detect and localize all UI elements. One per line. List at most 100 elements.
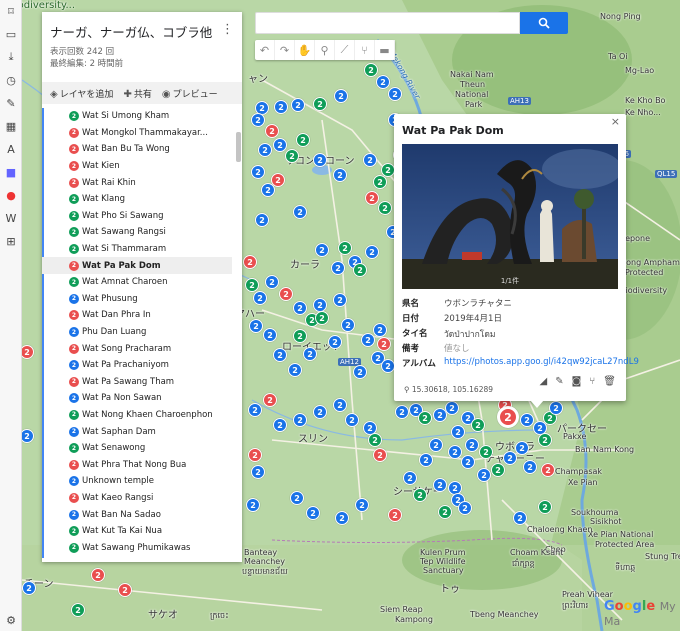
- map-pin[interactable]: 2: [255, 213, 269, 227]
- list-item[interactable]: 2 Wat Ban Bu Ta Wong: [42, 141, 242, 158]
- list-item[interactable]: 2 Wat Amnat Charoen: [42, 274, 242, 291]
- map-pin[interactable]: 2: [353, 365, 367, 379]
- list-item[interactable]: 2 Wat Pa Sawang Tham: [42, 374, 242, 391]
- add-layer-button[interactable]: ◈ レイヤを追加: [50, 87, 113, 100]
- list-item[interactable]: 2 Wat Pa Prachaniyom: [42, 357, 242, 374]
- map-pin[interactable]: 2: [538, 500, 552, 514]
- list-item[interactable]: 2 Wat Saphan Dam: [42, 423, 242, 440]
- vivaldi-icon[interactable]: ●: [4, 188, 18, 202]
- map-pin[interactable]: 2: [334, 89, 348, 103]
- map-pin[interactable]: 2: [251, 465, 265, 479]
- map-pin[interactable]: 2: [433, 478, 447, 492]
- map-pin[interactable]: 2: [245, 278, 259, 292]
- map-pin[interactable]: 2: [265, 275, 279, 289]
- list-item[interactable]: 2 Wat Kut Ta Kai Nua: [42, 523, 242, 540]
- map-pin[interactable]: 2: [373, 175, 387, 189]
- map-pin[interactable]: 2: [71, 603, 85, 617]
- list-item[interactable]: 2 Wat Nong Khaen Charoenphon: [42, 407, 242, 424]
- map-pin[interactable]: 2: [249, 319, 263, 333]
- search-button[interactable]: [520, 12, 568, 34]
- delete-icon[interactable]: 🗑: [603, 376, 616, 387]
- list-item[interactable]: 2 Phu Dan Luang: [42, 324, 242, 341]
- map-pin[interactable]: 2: [333, 293, 347, 307]
- map-pin[interactable]: 2: [261, 183, 275, 197]
- map-pin[interactable]: 2: [22, 581, 36, 595]
- share-button[interactable]: ✚ 共有: [123, 87, 151, 100]
- map-pin[interactable]: 2: [246, 498, 260, 512]
- map-pin[interactable]: 2: [331, 261, 345, 275]
- map-pin[interactable]: 2: [291, 98, 305, 112]
- map-pin[interactable]: 2: [520, 413, 534, 427]
- map-pin[interactable]: 2: [335, 511, 349, 525]
- list-item[interactable]: 2 Wat Klang: [42, 191, 242, 208]
- map-pin[interactable]: 2: [365, 245, 379, 259]
- map-pin[interactable]: 2: [341, 318, 355, 332]
- list-item[interactable]: 2 Wat Phra That Nong Bua: [42, 456, 242, 473]
- list-item[interactable]: 2 Wat Phusung: [42, 291, 242, 308]
- list-item[interactable]: 2 Wat Dan Phra In: [42, 307, 242, 324]
- map-pin[interactable]: 2: [263, 328, 277, 342]
- place-photo[interactable]: 1/1件: [402, 144, 618, 289]
- add-marker-icon[interactable]: ⚲: [315, 40, 335, 60]
- undo-icon[interactable]: ↶: [255, 40, 275, 60]
- list-item[interactable]: 2 Wat Sawang Rangsi: [42, 224, 242, 241]
- map-pin[interactable]: 2: [253, 291, 267, 305]
- map-pin[interactable]: 2: [313, 298, 327, 312]
- map-pin[interactable]: 2: [368, 433, 382, 447]
- album-link[interactable]: https://photos.app.goo.gl/i42qw92jcaL27n…: [444, 357, 639, 369]
- map-pin[interactable]: 2: [293, 413, 307, 427]
- map-pin[interactable]: 2: [461, 455, 475, 469]
- map-pin[interactable]: 2: [419, 453, 433, 467]
- map-pin[interactable]: 2: [515, 441, 529, 455]
- map-pin[interactable]: 2: [429, 438, 443, 452]
- map-pin[interactable]: 2: [503, 451, 517, 465]
- map-pin[interactable]: 2: [445, 401, 459, 415]
- map-pin[interactable]: 2: [361, 333, 375, 347]
- map-pin[interactable]: 2: [538, 433, 552, 447]
- list-item[interactable]: 2 Wat Ban Na Sadao: [42, 506, 242, 523]
- map-pin[interactable]: 2: [273, 418, 287, 432]
- map-pin[interactable]: 2: [395, 405, 409, 419]
- map-pin[interactable]: 2: [313, 97, 327, 111]
- list-item[interactable]: 2 Wat Sawang Phumikawas: [42, 539, 242, 556]
- list-item[interactable]: 2 Wat Kien: [42, 158, 242, 175]
- clock-icon[interactable]: ◷: [4, 73, 18, 87]
- map-pin[interactable]: 2: [388, 508, 402, 522]
- map-pin[interactable]: 2: [541, 463, 555, 477]
- list-item[interactable]: 2 Wat Pho Si Sawang: [42, 208, 242, 225]
- list-item[interactable]: 2 Wat Mongkol Thammakayar...: [42, 125, 242, 142]
- map-pin[interactable]: 2: [381, 163, 395, 177]
- list-item[interactable]: 2 Wat Si Thammaram: [42, 241, 242, 258]
- map-pin[interactable]: 2: [315, 243, 329, 257]
- settings-icon[interactable]: ⚙: [4, 613, 18, 627]
- map-pin[interactable]: 2: [345, 413, 359, 427]
- redo-icon[interactable]: ↷: [275, 40, 295, 60]
- list-item[interactable]: 2 Wat Rai Khin: [42, 174, 242, 191]
- map-pin[interactable]: 2: [243, 255, 257, 269]
- hand-icon[interactable]: ✋: [295, 40, 315, 60]
- map-pin[interactable]: 2: [293, 329, 307, 343]
- map-pin[interactable]: 2: [491, 463, 505, 477]
- map-pin[interactable]: 2: [373, 323, 387, 337]
- translate-icon[interactable]: A: [4, 142, 18, 156]
- paint-bucket-icon[interactable]: ◢: [540, 376, 548, 387]
- map-pin[interactable]: 2: [403, 471, 417, 485]
- map-pin[interactable]: 2: [306, 506, 320, 520]
- map-pin[interactable]: 2: [288, 363, 302, 377]
- map-pin[interactable]: 2: [290, 491, 304, 505]
- map-pin[interactable]: 2: [364, 63, 378, 77]
- draw-line-icon[interactable]: ⟋: [335, 40, 355, 60]
- map-pin[interactable]: 2: [465, 438, 479, 452]
- map-pin[interactable]: 2: [363, 153, 377, 167]
- list-item[interactable]: 2 Wat Pa Non Sawan: [42, 390, 242, 407]
- map-pin[interactable]: 2: [251, 113, 265, 127]
- map-pin[interactable]: 2: [273, 348, 287, 362]
- map-pin[interactable]: 2: [313, 153, 327, 167]
- close-icon[interactable]: ×: [611, 115, 620, 128]
- map-pin[interactable]: 2: [448, 445, 462, 459]
- edit-pencil-icon[interactable]: ✎: [555, 376, 563, 387]
- map-pin[interactable]: 2: [479, 445, 493, 459]
- download-icon[interactable]: ⤓: [4, 50, 18, 64]
- map-pin[interactable]: 2: [248, 403, 262, 417]
- ruler-icon[interactable]: ▬: [375, 40, 395, 60]
